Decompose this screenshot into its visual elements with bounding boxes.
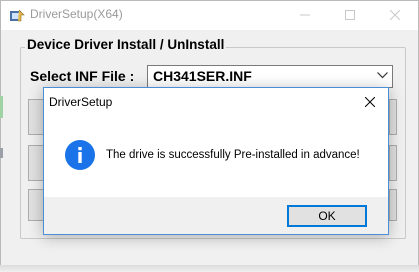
ok-button[interactable]: OK <box>287 205 367 227</box>
minimize-icon <box>300 14 310 16</box>
background-window-edge <box>0 96 3 118</box>
info-icon <box>65 140 95 170</box>
background-window-edge-2 <box>0 148 3 158</box>
maximize-button[interactable] <box>328 1 373 30</box>
minimize-button[interactable] <box>283 1 328 30</box>
uninstall-button-edge <box>389 145 397 181</box>
inf-file-select[interactable]: CH341SER.INF <box>147 65 393 88</box>
message-dialog: DriverSetup The drive is successfully Pr… <box>43 87 389 235</box>
inf-file-label: Select INF File : <box>30 68 135 84</box>
window-title: DriverSetup(X64) <box>30 7 123 21</box>
dialog-message: The drive is successfully Pre-installed … <box>106 149 360 161</box>
close-button[interactable] <box>373 1 418 30</box>
close-icon <box>365 97 375 107</box>
dialog-footer: OK <box>44 197 388 234</box>
window-bottom-edge <box>0 265 419 272</box>
app-icon <box>10 9 25 22</box>
dialog-title: DriverSetup <box>49 95 113 109</box>
maximize-icon <box>345 10 355 20</box>
dialog-body: The drive is successfully Pre-installed … <box>44 116 388 197</box>
group-title: Device Driver Install / UnInstall <box>25 37 227 52</box>
dialog-close-button[interactable] <box>352 88 388 116</box>
install-button-edge <box>389 99 397 135</box>
dialog-title-bar[interactable]: DriverSetup <box>44 88 388 116</box>
chevron-down-icon <box>377 72 388 79</box>
inf-file-value: CH341SER.INF <box>153 68 252 84</box>
close-icon <box>390 10 400 20</box>
help-button-edge <box>389 189 397 221</box>
title-bar[interactable]: DriverSetup(X64) <box>1 1 418 30</box>
